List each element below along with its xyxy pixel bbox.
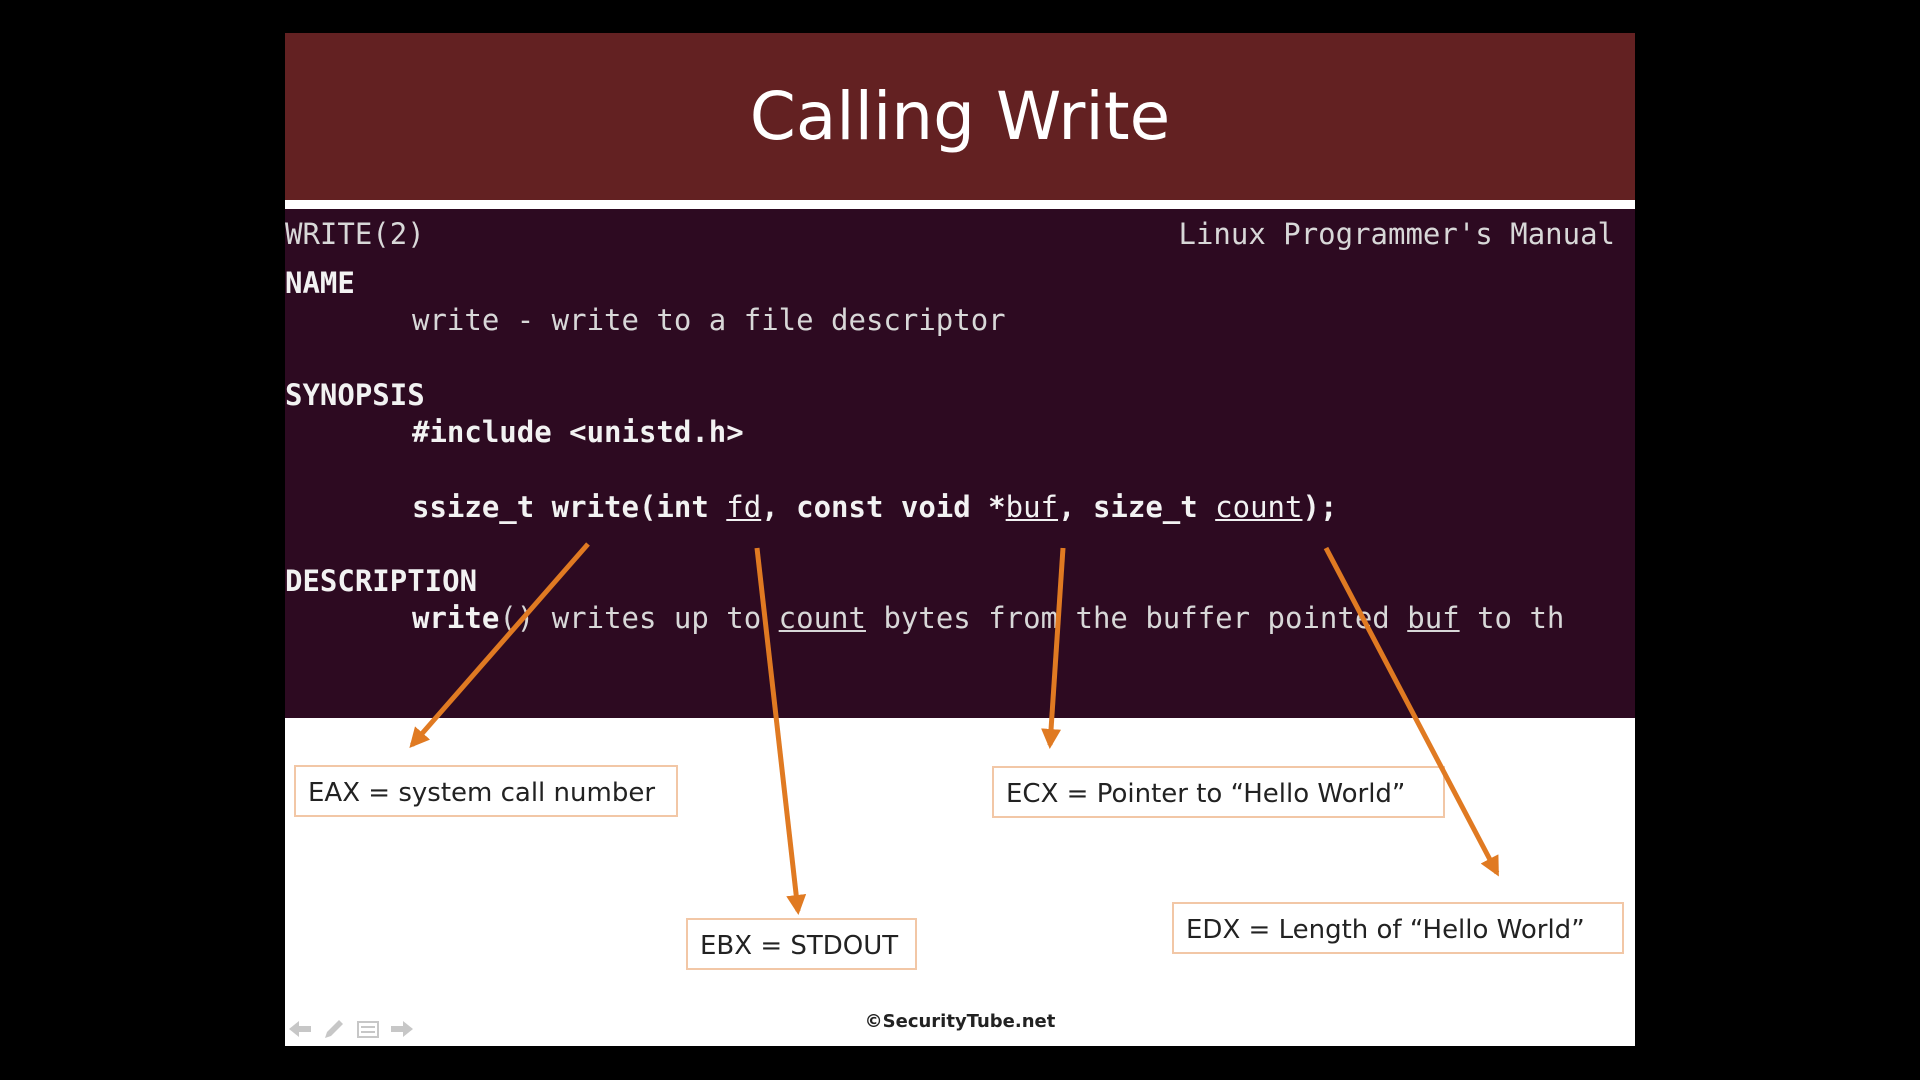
name-text: write - write to a file descriptor — [412, 303, 1006, 337]
function-signature: ssize_t write(int fd, const void *buf, s… — [412, 489, 1337, 525]
sig-part: ); — [1302, 490, 1338, 524]
include-line: #include <unistd.h> — [412, 415, 744, 449]
description-text: write() writes up to count bytes from th… — [412, 600, 1564, 636]
ebx-box: EBX = STDOUT — [686, 918, 917, 970]
edx-box: EDX = Length of “Hello World” — [1172, 902, 1624, 954]
slide-title: Calling Write — [749, 78, 1171, 155]
desc-part: () writes up to — [499, 601, 779, 635]
title-separator — [285, 200, 1635, 209]
manpage-header-left: WRITE(2) — [285, 217, 425, 251]
manpage-header-right: Linux Programmer's Manual — [1178, 217, 1616, 251]
slide: Calling Write WRITE(2) Linux Programmer'… — [285, 33, 1635, 1046]
desc-part: bytes from the buffer pointed — [865, 601, 1408, 635]
desc-buf: buf — [1407, 601, 1460, 635]
param-fd: fd — [726, 490, 762, 524]
sig-part: ssize_t write(int — [412, 490, 727, 524]
copyright: ©SecurityTube.net — [864, 1011, 1056, 1032]
synopsis-heading: SYNOPSIS — [285, 378, 425, 412]
sig-part: , size_t — [1058, 490, 1216, 524]
forward-arrow-icon[interactable] — [389, 1016, 415, 1042]
back-arrow-icon[interactable] — [287, 1016, 313, 1042]
param-buf: buf — [1005, 490, 1059, 524]
menu-icon[interactable] — [355, 1016, 381, 1042]
name-heading: NAME — [285, 266, 355, 300]
title-bar: Calling Write — [285, 33, 1635, 200]
slide-nav — [287, 1016, 417, 1044]
eax-box: EAX = system call number — [294, 765, 678, 817]
param-count: count — [1215, 490, 1303, 524]
desc-part: write — [412, 601, 500, 635]
manpage-terminal: WRITE(2) Linux Programmer's Manual NAME … — [285, 209, 1635, 718]
description-heading: DESCRIPTION — [285, 564, 478, 598]
ecx-box: ECX = Pointer to “Hello World” — [992, 766, 1445, 818]
desc-part: to th — [1459, 601, 1565, 635]
pen-icon[interactable] — [321, 1016, 347, 1042]
sig-part: , const void * — [761, 490, 1006, 524]
desc-count: count — [778, 601, 866, 635]
